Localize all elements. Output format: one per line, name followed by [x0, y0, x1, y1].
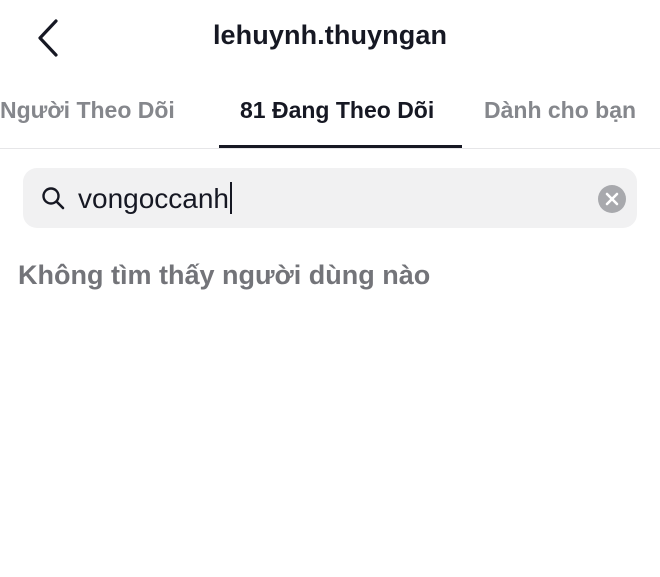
search-bar[interactable]: vongoccanh: [23, 168, 637, 228]
tab-following-label: 81 Đang Theo Dõi: [240, 97, 435, 123]
tab-for-you[interactable]: Dành cho bạn: [484, 97, 636, 124]
active-tab-indicator: [219, 145, 462, 148]
clear-icon: [605, 192, 619, 206]
search-input[interactable]: vongoccanh: [78, 182, 233, 215]
tab-followers-label: Người Theo Dõi: [0, 97, 175, 123]
header: lehuynh.thuyngan: [0, 0, 660, 78]
page-title: lehuynh.thuyngan: [212, 20, 448, 50]
tab-bar: iều Người Theo Dõi 81 Đang Theo Dõi Dành…: [0, 84, 660, 149]
text-caret: [230, 182, 233, 214]
empty-results-message: Không tìm thấy người dùng nào: [18, 260, 431, 290]
tab-following[interactable]: 81 Đang Theo Dõi: [240, 97, 434, 124]
clear-search-button[interactable]: [598, 185, 626, 213]
tab-for-you-label: Dành cho bạn: [484, 97, 637, 123]
following-screen: lehuynh.thuyngan iều Người Theo Dõi 81 Đ…: [0, 0, 660, 577]
tab-followers[interactable]: iều Người Theo Dõi: [0, 97, 175, 124]
search-icon: [42, 187, 65, 210]
search-input-value: vongoccanh: [78, 183, 230, 214]
